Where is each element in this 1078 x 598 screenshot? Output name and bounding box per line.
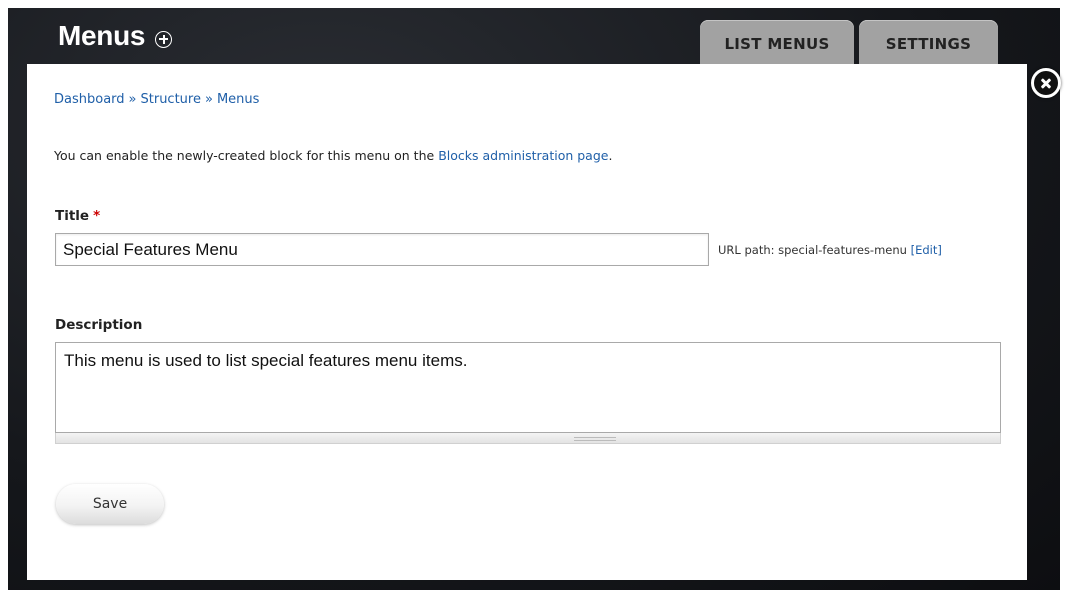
breadcrumb-separator: »	[128, 92, 137, 107]
breadcrumb-dashboard[interactable]: Dashboard	[54, 92, 125, 107]
save-button[interactable]: Save	[56, 484, 164, 524]
breadcrumb-menus[interactable]: Menus	[217, 92, 259, 107]
message-prefix: You can enable the newly-created block f…	[54, 148, 435, 163]
description-label: Description	[55, 317, 143, 333]
breadcrumb-structure[interactable]: Structure	[141, 92, 201, 107]
url-edit-link[interactable]: [Edit]	[911, 243, 942, 257]
content-panel	[27, 64, 1027, 580]
title-label: Title *	[55, 208, 100, 224]
url-path-text: URL path: special-features-menu	[718, 243, 907, 257]
tab-list-menus[interactable]: LIST MENUS	[700, 20, 854, 66]
description-textarea[interactable]: This menu is used to list special featur…	[55, 342, 1001, 433]
description-field: This menu is used to list special featur…	[55, 342, 1001, 447]
title-input[interactable]	[55, 233, 709, 266]
url-path: URL path: special-features-menu [Edit]	[718, 243, 942, 257]
title-label-text: Title	[55, 208, 90, 224]
circle-plus-icon[interactable]	[155, 30, 173, 48]
breadcrumb: Dashboard» Structure» Menus	[54, 92, 259, 107]
textarea-resize-handle[interactable]	[55, 433, 1001, 444]
close-icon[interactable]	[1031, 68, 1061, 98]
page-title: Menus	[58, 20, 173, 52]
page-title-text: Menus	[58, 20, 146, 51]
status-message: You can enable the newly-created block f…	[54, 148, 612, 163]
tab-settings[interactable]: SETTINGS	[859, 20, 998, 66]
blocks-admin-link[interactable]: Blocks administration page	[438, 148, 608, 163]
breadcrumb-separator: »	[204, 92, 213, 107]
required-marker: *	[93, 208, 101, 224]
message-suffix: .	[608, 148, 613, 163]
